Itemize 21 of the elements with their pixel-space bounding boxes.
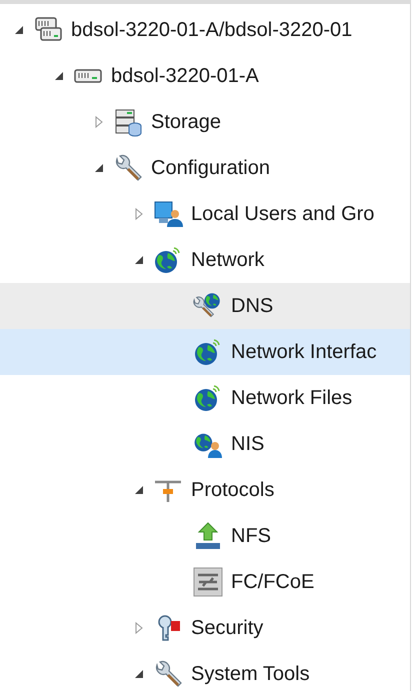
transfer-arrows-icon bbox=[193, 567, 223, 597]
tree-item[interactable]: FC/FCoE bbox=[0, 559, 410, 605]
tree-item[interactable]: DNS bbox=[0, 283, 410, 329]
storage-database-icon bbox=[113, 107, 143, 137]
tree-item[interactable]: NIS bbox=[0, 421, 410, 467]
upload-arrow-icon bbox=[193, 521, 223, 551]
wrench-icon bbox=[113, 153, 143, 183]
tree-item[interactable]: bdsol-3220-01-A bbox=[0, 53, 410, 99]
tree-item[interactable]: Storage bbox=[0, 99, 410, 145]
tree-item[interactable]: bdsol-3220-01-A/bdsol-3220-01 bbox=[0, 7, 410, 53]
tree-item[interactable]: Configuration bbox=[0, 145, 410, 191]
tree-item[interactable]: Security bbox=[0, 605, 410, 651]
tree-item[interactable]: Network bbox=[0, 237, 410, 283]
tree-item[interactable]: Network Files bbox=[0, 375, 410, 421]
tree-item[interactable]: NFS bbox=[0, 513, 410, 559]
tree-item[interactable]: Network Interfac bbox=[0, 329, 410, 375]
users-computer-icon bbox=[153, 199, 183, 229]
wrench-icon bbox=[153, 659, 183, 689]
tree-item[interactable]: Local Users and Gro bbox=[0, 191, 410, 237]
tree-item[interactable]: System Tools bbox=[0, 651, 410, 691]
tree-item[interactable]: Protocols bbox=[0, 467, 410, 513]
